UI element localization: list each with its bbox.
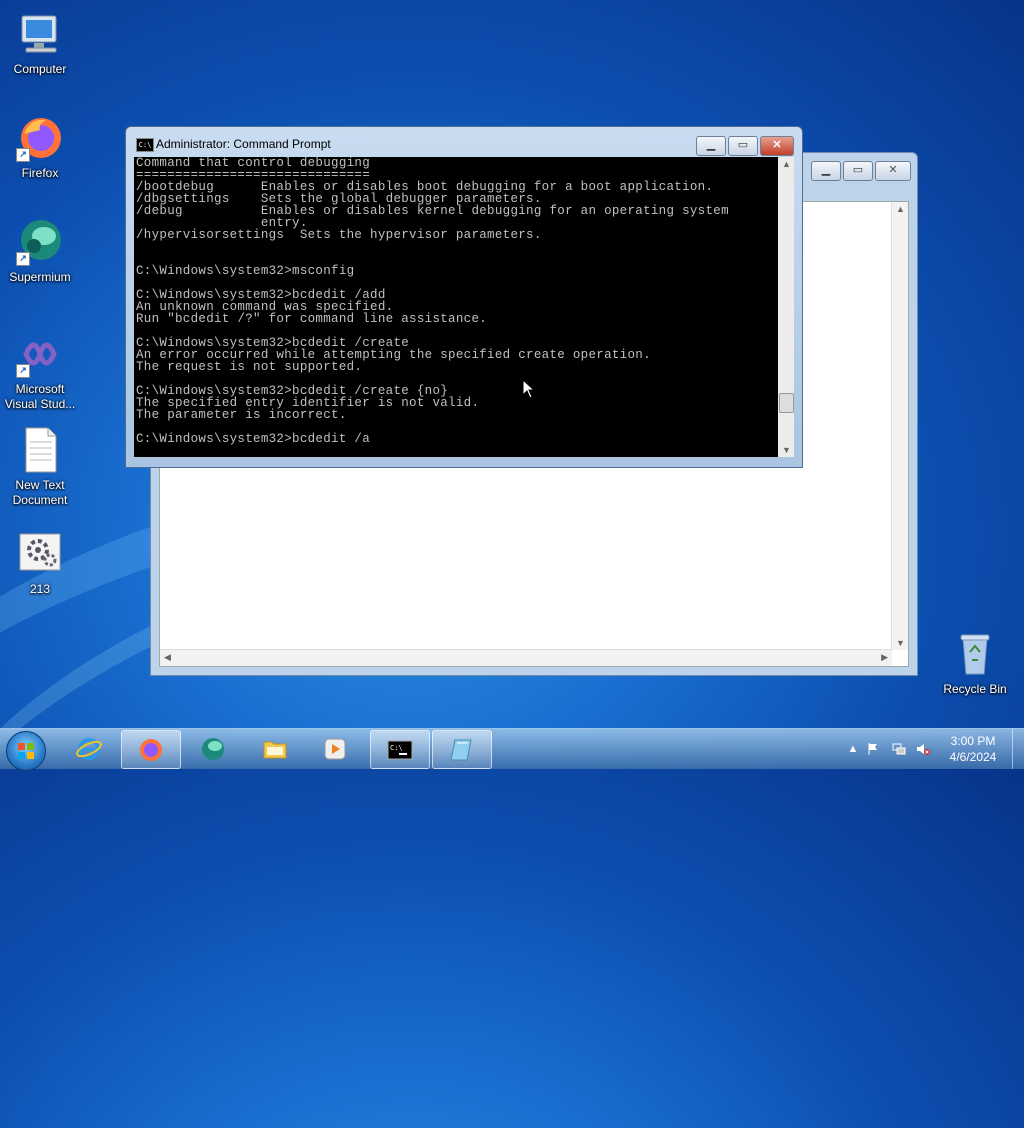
action-center-flag-icon[interactable] bbox=[866, 742, 880, 756]
desktop-icon-firefox[interactable]: ↗ Firefox bbox=[0, 114, 80, 181]
internet-explorer-icon bbox=[76, 738, 102, 760]
taskbar-supermium[interactable] bbox=[184, 730, 242, 767]
desktop-icon-label: Recycle Bin bbox=[943, 682, 1007, 696]
desktop-icon-visual-studio[interactable]: ↗ Microsoft Visual Stud... bbox=[0, 330, 80, 412]
desktop-icon-supermium[interactable]: ↗ Supermium bbox=[0, 218, 80, 285]
scroll-right-icon[interactable]: ▶ bbox=[881, 652, 888, 663]
show-hidden-icons-icon[interactable]: ▲ bbox=[846, 742, 860, 756]
desktop-icon-label: New Text Document bbox=[12, 478, 68, 507]
scroll-down-icon[interactable]: ▼ bbox=[782, 445, 791, 455]
scroll-left-icon[interactable]: ◀ bbox=[164, 652, 171, 663]
maximize-button[interactable]: ▭ bbox=[728, 136, 758, 156]
notepad-icon bbox=[450, 739, 472, 761]
close-button[interactable]: ✕ bbox=[875, 161, 911, 181]
desktop-icon-label: Firefox bbox=[21, 166, 59, 180]
taskbar-notepad[interactable] bbox=[432, 730, 492, 769]
mouse-cursor-icon bbox=[522, 379, 536, 399]
recycle-bin-icon bbox=[951, 630, 999, 678]
firefox-icon bbox=[140, 739, 162, 761]
command-prompt-window[interactable]: C:\ Administrator: Command Prompt ▁ ▭ ✕ … bbox=[125, 126, 803, 468]
taskbar: C:\ ▲ 3:00 PM 4/6/2024 bbox=[0, 728, 1024, 771]
taskbar-clock[interactable]: 3:00 PM 4/6/2024 bbox=[938, 733, 1008, 765]
horizontal-scrollbar[interactable]: ◀ ▶ bbox=[160, 649, 892, 666]
shortcut-arrow-icon: ↗ bbox=[16, 252, 30, 266]
clock-time: 3:00 PM bbox=[950, 734, 996, 748]
scroll-up-icon[interactable]: ▲ bbox=[782, 159, 791, 169]
windows-logo-icon bbox=[18, 743, 34, 759]
desktop-icon-computer[interactable]: Computer bbox=[0, 10, 80, 77]
console-scrollbar[interactable]: ▲ ▼ bbox=[778, 157, 794, 457]
clock-date: 4/6/2024 bbox=[949, 750, 997, 764]
scroll-up-icon[interactable]: ▲ bbox=[896, 204, 905, 214]
desktop-icon-label: 213 bbox=[29, 582, 51, 596]
start-button[interactable] bbox=[6, 731, 46, 771]
taskbar-file-explorer[interactable] bbox=[246, 730, 304, 767]
text-document-icon bbox=[16, 426, 64, 474]
visual-studio-icon: ↗ bbox=[16, 330, 64, 378]
desktop-icon-213[interactable]: 213 bbox=[0, 530, 80, 597]
taskbar-internet-explorer[interactable] bbox=[60, 730, 118, 767]
desktop-icon-label: Computer bbox=[13, 62, 67, 76]
window-title: Administrator: Command Prompt bbox=[156, 137, 331, 151]
taskbar-firefox[interactable] bbox=[121, 730, 181, 769]
scroll-down-icon[interactable]: ▼ bbox=[896, 638, 905, 648]
console-text: Command that control debugging =========… bbox=[136, 157, 729, 446]
shortcut-arrow-icon: ↗ bbox=[16, 148, 30, 162]
maximize-button[interactable]: ▭ bbox=[843, 161, 873, 181]
media-player-icon bbox=[324, 738, 346, 760]
console-output[interactable]: Command that control debugging =========… bbox=[134, 157, 778, 457]
minimize-button[interactable]: ▁ bbox=[696, 136, 726, 156]
firefox-icon: ↗ bbox=[16, 114, 64, 162]
taskbar-command-prompt[interactable]: C:\ bbox=[370, 730, 430, 769]
show-desktop-button[interactable] bbox=[1012, 729, 1024, 769]
svg-text:C:\: C:\ bbox=[390, 744, 403, 752]
desktop-icon-label: Supermium bbox=[9, 270, 71, 284]
taskbar-media-player[interactable] bbox=[306, 730, 364, 767]
folder-icon bbox=[263, 741, 287, 759]
desktop-icon-new-text-document[interactable]: New Text Document bbox=[0, 426, 80, 508]
volume-muted-icon[interactable] bbox=[916, 742, 930, 756]
supermium-icon bbox=[202, 738, 224, 760]
scroll-thumb[interactable] bbox=[779, 393, 794, 413]
close-button[interactable]: ✕ bbox=[760, 136, 794, 156]
command-prompt-icon: C:\ bbox=[387, 740, 413, 760]
cmd-app-icon: C:\ bbox=[136, 138, 154, 152]
vertical-scrollbar[interactable]: ▲ ▼ bbox=[891, 202, 908, 650]
desktop-icon-label: Microsoft Visual Stud... bbox=[4, 382, 76, 411]
shortcut-arrow-icon: ↗ bbox=[16, 364, 30, 378]
desktop-icon-recycle-bin[interactable]: Recycle Bin bbox=[935, 630, 1015, 697]
minimize-button[interactable]: ▁ bbox=[811, 161, 841, 181]
network-icon[interactable] bbox=[892, 742, 906, 756]
supermium-icon: ↗ bbox=[16, 218, 64, 266]
computer-icon bbox=[16, 10, 64, 58]
settings-file-icon bbox=[16, 530, 64, 578]
